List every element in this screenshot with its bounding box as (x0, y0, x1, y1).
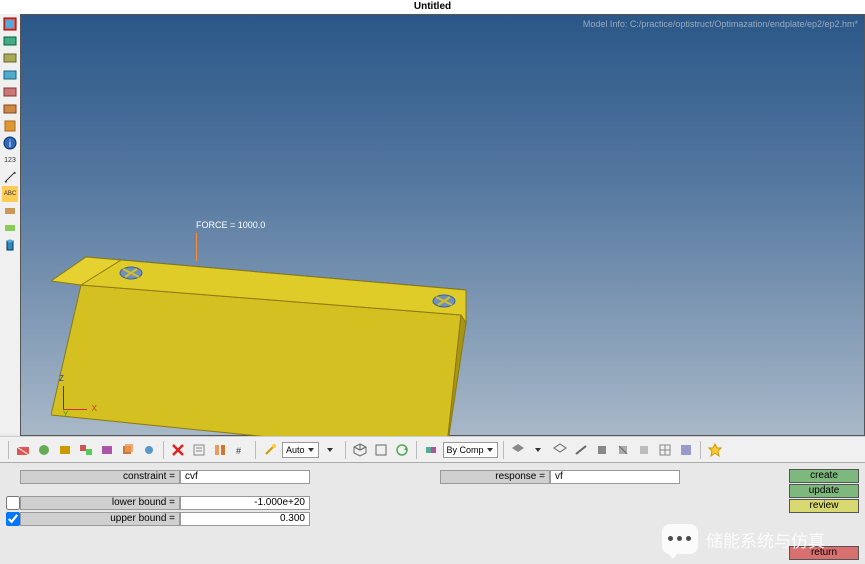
lower-bound-label: lower bound = (20, 496, 180, 510)
perspective-icon[interactable] (677, 441, 695, 459)
mask-icon[interactable] (14, 441, 32, 459)
wire-icon[interactable] (551, 441, 569, 459)
lower-bound-value[interactable]: -1.000e+20 (180, 496, 310, 510)
axis-triad: Y (43, 380, 93, 430)
view-refresh-icon[interactable] (393, 441, 411, 459)
model-plate (51, 245, 501, 455)
card-edit-icon[interactable] (190, 441, 208, 459)
shrink-icon[interactable] (593, 441, 611, 459)
abc-icon[interactable]: ABC (2, 186, 18, 202)
upper-bound-value[interactable]: 0.300 (180, 512, 310, 526)
display-solid-icon[interactable] (119, 441, 137, 459)
color-mode-selector[interactable]: By Comp (443, 442, 498, 458)
svg-text:i: i (9, 139, 11, 150)
mesh-lines-icon[interactable] (656, 441, 674, 459)
measure-icon[interactable] (2, 169, 18, 185)
create-button[interactable]: create (789, 469, 859, 483)
force-annotation: FORCE = 1000.0 (196, 220, 265, 230)
view-front-icon[interactable] (372, 441, 390, 459)
viewport-3d[interactable]: Model Info: C:/practice/optistruct/Optim… (20, 14, 865, 436)
delete-icon[interactable] (169, 441, 187, 459)
entity-icon-6[interactable] (2, 118, 18, 134)
update-button[interactable]: update (789, 484, 859, 498)
display-comp-icon[interactable] (77, 441, 95, 459)
z-axis (63, 386, 64, 410)
favorites-icon[interactable] (706, 441, 724, 459)
display-elem-icon[interactable] (56, 441, 74, 459)
entity-icon-7[interactable] (2, 203, 18, 219)
hidden-line-icon[interactable] (614, 441, 632, 459)
constraint-value[interactable]: cvf (180, 470, 310, 484)
shade-dropdown-icon[interactable] (530, 441, 548, 459)
organize-icon[interactable] (211, 441, 229, 459)
return-button[interactable]: return (789, 546, 859, 560)
cylinder-icon[interactable] (2, 237, 18, 253)
info-icon[interactable]: i (2, 135, 18, 151)
display-node-icon[interactable] (35, 441, 53, 459)
upper-bound-checkbox[interactable] (6, 512, 20, 526)
entity-icon-2[interactable] (2, 50, 18, 66)
wand-icon[interactable] (261, 441, 279, 459)
shade-icon[interactable] (509, 441, 527, 459)
expand-icon[interactable] (322, 441, 340, 459)
lower-bound-checkbox[interactable] (6, 496, 20, 510)
response-label: response = (440, 470, 550, 484)
display-surf-icon[interactable] (98, 441, 116, 459)
left-toolbar: i 123 ABC (0, 14, 20, 434)
entity-mask-icon[interactable] (2, 16, 18, 32)
svg-text:#: # (236, 446, 241, 456)
title-bar: Untitled (0, 0, 865, 14)
panel-buttons: create update review (789, 469, 859, 513)
response-value[interactable]: vf (550, 470, 680, 484)
entity-icon-8[interactable] (2, 220, 18, 236)
model-info-label: Model Info: C:/practice/optistruct/Optim… (583, 19, 858, 29)
upper-bound-label: upper bound = (20, 512, 180, 526)
constraint-label: constraint = (20, 470, 180, 484)
entity-icon-4[interactable] (2, 84, 18, 100)
auto-selector[interactable]: Auto (282, 442, 319, 458)
y-axis: Y (63, 410, 68, 419)
entity-icon-1[interactable] (2, 33, 18, 49)
line-tool-icon[interactable] (572, 441, 590, 459)
renumber-icon[interactable]: # (232, 441, 250, 459)
view-iso-icon[interactable] (351, 441, 369, 459)
transparent-icon[interactable] (635, 441, 653, 459)
review-button[interactable]: review (789, 499, 859, 513)
constraint-panel: constraint = cvf lower bound = -1.000e+2… (0, 462, 865, 564)
bycomp-toggle[interactable] (422, 441, 440, 459)
entity-icon-3[interactable] (2, 67, 18, 83)
entity-icon-5[interactable] (2, 101, 18, 117)
numbers-icon[interactable]: 123 (2, 152, 18, 168)
display-point-icon[interactable] (140, 441, 158, 459)
bottom-toolbar: # Auto By Comp (0, 436, 865, 462)
